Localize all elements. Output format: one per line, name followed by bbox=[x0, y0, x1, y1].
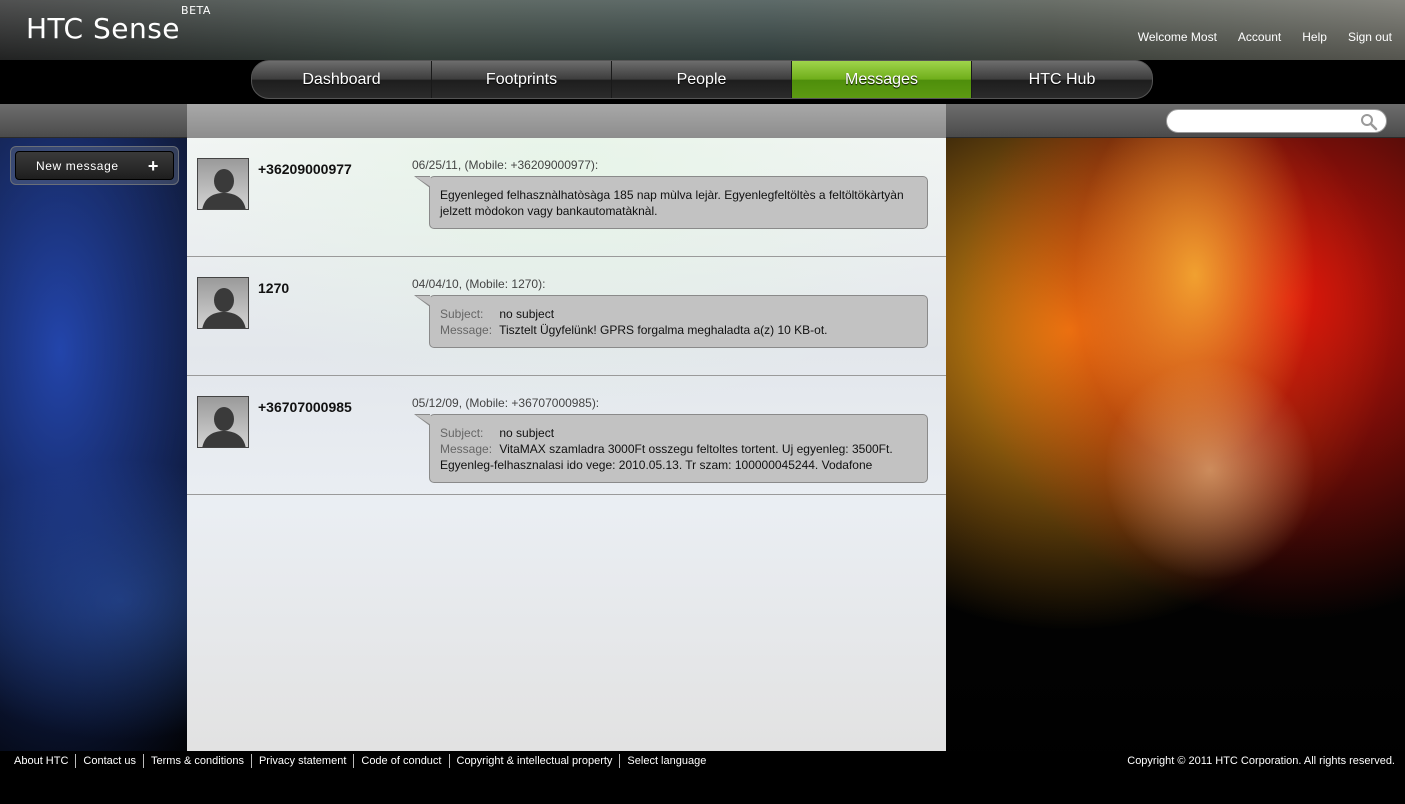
avatar[interactable] bbox=[197, 277, 249, 329]
message-continuation: Egyenleg-felhasznalasi ido vege: 2010.05… bbox=[440, 458, 873, 472]
subject-line: Subject: no subject bbox=[440, 425, 917, 441]
search-box[interactable] bbox=[1166, 109, 1387, 133]
message-meta: 05/12/09, (Mobile: +36707000985): bbox=[412, 396, 600, 410]
message-row[interactable]: +36707000985 05/12/09, (Mobile: +3670700… bbox=[187, 376, 946, 495]
new-message-button[interactable]: New message + bbox=[15, 151, 174, 180]
message-meta: 06/25/11, (Mobile: +36209000977): bbox=[412, 158, 599, 172]
avatar[interactable] bbox=[197, 396, 249, 448]
copyright-text: Copyright © 2011 HTC Corporation. All ri… bbox=[1127, 755, 1395, 767]
tab-dashboard[interactable]: Dashboard bbox=[252, 61, 432, 98]
message-sender[interactable]: 1270 bbox=[258, 280, 289, 296]
tab-people[interactable]: People bbox=[612, 61, 792, 98]
new-message-label: New message bbox=[36, 158, 119, 173]
message-meta: 04/04/10, (Mobile: 1270): bbox=[412, 277, 546, 291]
person-silhouette-icon bbox=[202, 288, 246, 328]
message-list: +36209000977 06/25/11, (Mobile: +3620900… bbox=[187, 138, 946, 751]
tab-htc-hub[interactable]: HTC Hub bbox=[972, 61, 1152, 98]
htc-sense-logo[interactable]: HTC SenseBETA bbox=[26, 4, 210, 45]
footer-link-contact[interactable]: Contact us bbox=[75, 754, 143, 768]
subject-label: Subject: bbox=[440, 426, 484, 440]
footer-link-privacy[interactable]: Privacy statement bbox=[250, 754, 353, 768]
message-bubble[interactable]: Egyenleged felhasznàlhatòsàga 185 nap mù… bbox=[414, 176, 928, 229]
subject-value: no subject bbox=[499, 307, 555, 321]
avatar[interactable] bbox=[197, 158, 249, 210]
sign-out-link[interactable]: Sign out bbox=[1348, 30, 1392, 44]
message-body: Egyenleged felhasznàlhatòsàga 185 nap mù… bbox=[440, 188, 904, 218]
header: HTC SenseBETA Welcome Most Account Help … bbox=[0, 0, 1405, 60]
help-link[interactable]: Help bbox=[1302, 30, 1327, 44]
message-value: VitaMAX szamladra 3000Ft osszegu feltolt… bbox=[499, 442, 893, 456]
tab-footprints[interactable]: Footprints bbox=[432, 61, 612, 98]
footer-link-copyright-ip[interactable]: Copyright & intellectual property bbox=[448, 754, 620, 768]
top-links: Welcome Most Account Help Sign out bbox=[1138, 30, 1392, 44]
tab-messages[interactable]: Messages bbox=[792, 61, 972, 98]
footer-link-terms[interactable]: Terms & conditions bbox=[143, 754, 251, 768]
footer-links: About HTC Contact us Terms & conditions … bbox=[14, 754, 713, 768]
account-link[interactable]: Account bbox=[1238, 30, 1281, 44]
message-row[interactable]: +36209000977 06/25/11, (Mobile: +3620900… bbox=[187, 138, 946, 257]
footer-link-conduct[interactable]: Code of conduct bbox=[353, 754, 448, 768]
message-line: Message: Tisztelt Ügyfelünk! GPRS forgal… bbox=[440, 322, 917, 338]
message-sender[interactable]: +36707000985 bbox=[258, 399, 352, 415]
message-label: Message: bbox=[440, 323, 493, 337]
message-row[interactable]: 1270 04/04/10, (Mobile: 1270): Subject: … bbox=[187, 257, 946, 376]
message-label: Message: bbox=[440, 442, 493, 456]
main-nav: Dashboard Footprints People Messages HTC… bbox=[251, 60, 1153, 99]
subject-line: Subject: no subject bbox=[440, 306, 917, 322]
footer-link-about[interactable]: About HTC bbox=[14, 754, 75, 768]
search-input[interactable] bbox=[1177, 112, 1357, 130]
toolbar-strip-center bbox=[187, 104, 946, 138]
message-bubble[interactable]: Subject: no subject Message: VitaMAX sza… bbox=[414, 414, 928, 483]
message-value: Tisztelt Ügyfelünk! GPRS forgalma meghal… bbox=[499, 323, 828, 337]
subject-value: no subject bbox=[499, 426, 555, 440]
subject-label: Subject: bbox=[440, 307, 484, 321]
message-bubble[interactable]: Subject: no subject Message: Tisztelt Üg… bbox=[414, 295, 928, 348]
person-silhouette-icon bbox=[202, 407, 246, 447]
footer-link-language[interactable]: Select language bbox=[619, 754, 713, 768]
plus-icon: + bbox=[147, 155, 159, 176]
search-icon[interactable] bbox=[1360, 113, 1378, 131]
message-sender[interactable]: +36209000977 bbox=[258, 161, 352, 177]
message-line: Message: VitaMAX szamladra 3000Ft osszeg… bbox=[440, 441, 917, 457]
welcome-text: Welcome Most bbox=[1137, 30, 1217, 44]
person-silhouette-icon bbox=[202, 169, 246, 209]
new-message-panel: New message + bbox=[10, 146, 179, 185]
